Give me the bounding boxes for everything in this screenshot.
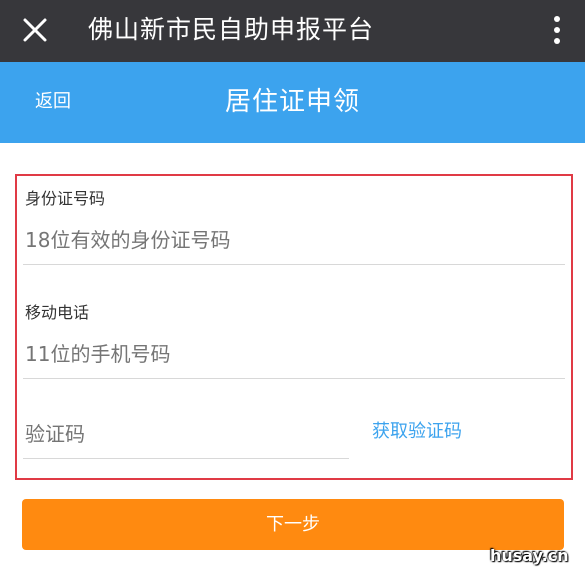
verification-underline <box>23 458 349 459</box>
close-icon[interactable] <box>22 17 48 43</box>
more-vertical-icon[interactable] <box>553 15 561 45</box>
id-number-label: 身份证号码 <box>25 189 106 208</box>
next-step-button[interactable]: 下一步 <box>22 499 564 550</box>
get-verification-code-button[interactable]: 获取验证码 <box>372 419 462 445</box>
id-number-input[interactable] <box>25 226 545 254</box>
app-top-bar: 佛山新市民自助申报平台 <box>0 0 585 62</box>
id-number-underline <box>23 264 565 265</box>
application-form: 身份证号码 移动电话 获取验证码 <box>15 174 573 480</box>
mobile-underline <box>23 378 565 379</box>
mobile-label: 移动电话 <box>25 303 90 322</box>
watermark: husay.cn <box>490 546 569 565</box>
page-header: 返回 居住证申领 <box>0 62 585 143</box>
mobile-input[interactable] <box>25 340 545 368</box>
verification-code-input[interactable] <box>25 420 345 448</box>
page-title: 居住证申领 <box>224 87 360 117</box>
window-title: 佛山新市民自助申报平台 <box>88 15 375 44</box>
